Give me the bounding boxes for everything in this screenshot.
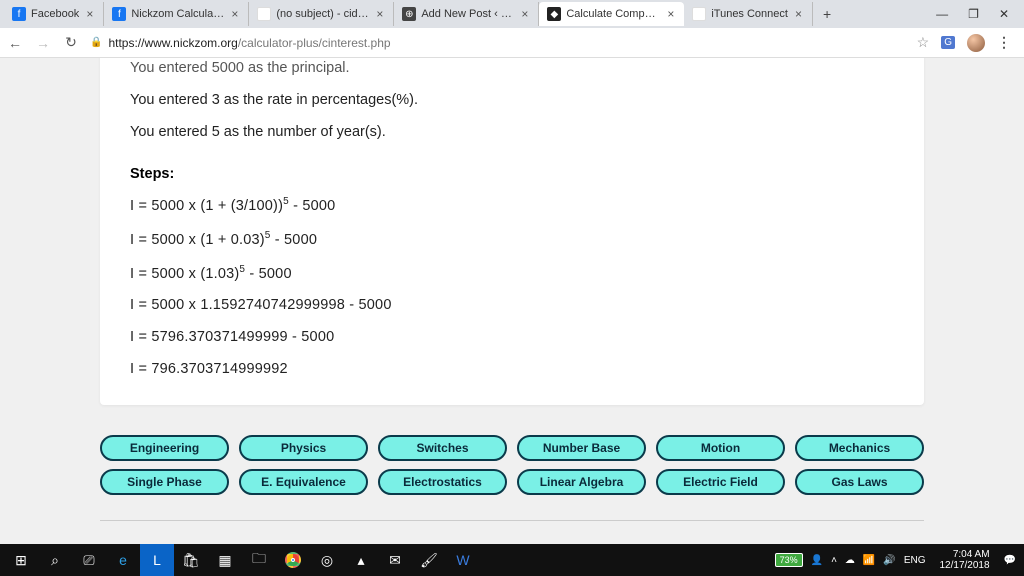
search-icon[interactable]: ⌕ (38, 544, 72, 576)
step-3: I = 5000 x (1.03)5 - 5000 (130, 256, 894, 290)
profile-avatar[interactable] (967, 34, 985, 52)
notifications-icon[interactable]: 💬 (1004, 555, 1016, 566)
entered-rate-text: You entered 3 as the rate in percentages… (130, 84, 894, 116)
step-1: I = 5000 x (1 + (3/100))5 - 5000 (130, 188, 894, 222)
people-icon[interactable]: 👤 (811, 555, 823, 566)
wordpress-icon: ⊕ (402, 7, 416, 21)
pill-switches[interactable]: Switches (378, 435, 507, 461)
itunes-icon: ♪ (692, 7, 706, 21)
date-text: 12/17/2018 (939, 560, 989, 571)
folder-icon[interactable]: 🗀 (242, 544, 276, 576)
step-5: I = 5796.370371499999 - 5000 (130, 321, 894, 353)
translate-icon[interactable]: G (941, 36, 955, 49)
entered-principal-text: You entered 5000 as the principal. (130, 58, 894, 84)
pill-engineering[interactable]: Engineering (100, 435, 229, 461)
tab-itunes[interactable]: ♪ iTunes Connect × (684, 2, 813, 26)
minimize-button[interactable]: ― (936, 7, 948, 21)
steps-heading: Steps: (130, 148, 894, 188)
pill-motion[interactable]: Motion (656, 435, 785, 461)
facebook-icon: f (12, 7, 26, 21)
close-icon[interactable]: × (519, 7, 530, 21)
pill-electrostatics[interactable]: Electrostatics (378, 469, 507, 495)
gmail-icon: M (257, 7, 271, 21)
new-tab-button[interactable]: + (813, 6, 841, 22)
close-icon[interactable]: × (665, 7, 676, 21)
facebook-icon: f (112, 7, 126, 21)
mail-icon[interactable]: ✉ (378, 544, 412, 576)
pill-mechanics[interactable]: Mechanics (795, 435, 924, 461)
tab-gmail[interactable]: M (no subject) - cidokonic × (249, 2, 394, 26)
close-icon[interactable]: × (84, 7, 95, 21)
tab-wp-newpost[interactable]: ⊕ Add New Post ‹ Nickzo × (394, 2, 539, 26)
result-card: You entered 5000 as the principal. You e… (100, 58, 924, 405)
system-tray: 73% 👤 ˄ ☁ 📶 🔊 ENG 7:04 AM 12/17/2018 💬 (775, 549, 1020, 571)
pill-linear-algebra[interactable]: Linear Algebra (517, 469, 646, 495)
close-window-button[interactable]: ✕ (999, 7, 1009, 21)
battery-indicator[interactable]: 73% (775, 553, 803, 567)
app-icon[interactable]: L (140, 544, 174, 576)
calculator-icon[interactable]: ▦ (208, 544, 242, 576)
close-icon[interactable]: × (229, 7, 240, 21)
category-pills: Engineering Physics Switches Number Base… (100, 435, 924, 495)
tab-nickzom-calc[interactable]: f Nickzom Calculator - H × (104, 2, 249, 26)
taskbar: ⊞ ⌕ ⎚ e L 🛍 ▦ 🗀 ◎ ▴ ✉ 🖌 W 73% 👤 ˄ ☁ 📶 🔊 … (0, 544, 1024, 576)
close-icon[interactable]: × (793, 7, 804, 21)
reload-button[interactable]: ↻ (62, 34, 80, 51)
language-indicator[interactable]: ENG (904, 555, 926, 566)
bookmark-star-icon[interactable]: ☆ (917, 34, 930, 51)
forward-button[interactable]: → (34, 35, 52, 51)
address-bar: ← → ↻ 🔒 https://www.nickzom.org/calculat… (0, 28, 1024, 58)
window-controls: ― ❐ ✕ (921, 7, 1024, 21)
site-icon: ◆ (547, 7, 561, 21)
clock[interactable]: 7:04 AM 12/17/2018 (933, 549, 995, 571)
onedrive-icon[interactable]: ☁ (845, 555, 855, 566)
pill-physics[interactable]: Physics (239, 435, 368, 461)
tab-facebook[interactable]: f Facebook × (4, 2, 104, 26)
tab-label: iTunes Connect (711, 8, 788, 20)
url-input[interactable]: 🔒 https://www.nickzom.org/calculator-plu… (90, 36, 907, 50)
step-6: I = 796.3703714999992 (130, 353, 894, 385)
word-icon[interactable]: W (446, 544, 480, 576)
toolbar-right: ☆ G ⋮ (917, 34, 1018, 52)
pill-gas-laws[interactable]: Gas Laws (795, 469, 924, 495)
app-icon-2[interactable]: ◎ (310, 544, 344, 576)
pill-single-phase[interactable]: Single Phase (100, 469, 229, 495)
tab-compound-active[interactable]: ◆ Calculate Compound In × (539, 2, 684, 26)
pill-number-base[interactable]: Number Base (517, 435, 646, 461)
close-icon[interactable]: × (374, 7, 385, 21)
pill-electric-field[interactable]: Electric Field (656, 469, 785, 495)
volume-icon[interactable]: 🔊 (883, 555, 895, 566)
pill-e-equivalence[interactable]: E. Equivalence (239, 469, 368, 495)
step-4: I = 5000 x 1.1592740742999998 - 5000 (130, 289, 894, 321)
entered-years-text: You entered 5 as the number of year(s). (130, 116, 894, 148)
lock-icon: 🔒 (90, 37, 102, 48)
onenote-icon[interactable]: ▴ (344, 544, 378, 576)
edge-icon[interactable]: e (106, 544, 140, 576)
time-text: 7:04 AM (953, 549, 990, 560)
step-2: I = 5000 x (1 + 0.03)5 - 5000 (130, 222, 894, 256)
store-icon[interactable]: 🛍 (174, 544, 208, 576)
page-viewport: You entered 5000 as the principal. You e… (0, 58, 1024, 544)
back-button[interactable]: ← (6, 35, 24, 51)
url-path: /calculator-plus/cinterest.php (238, 36, 391, 50)
tab-label: Facebook (31, 8, 79, 20)
wifi-icon[interactable]: 📶 (863, 555, 875, 566)
paint-icon[interactable]: 🖌 (412, 544, 446, 576)
footer-hint-text: Tell Your Friend (0, 521, 1024, 533)
kebab-menu-icon[interactable]: ⋮ (997, 34, 1010, 51)
task-view-icon[interactable]: ⎚ (72, 544, 106, 576)
tab-label: (no subject) - cidokonic (276, 8, 369, 20)
start-button[interactable]: ⊞ (4, 544, 38, 576)
url-host: https://www.nickzom.org (108, 36, 237, 50)
maximize-button[interactable]: ❐ (968, 7, 979, 21)
tab-label: Calculate Compound In (566, 8, 660, 20)
chrome-icon[interactable] (276, 544, 310, 576)
tab-label: Nickzom Calculator - H (131, 8, 224, 20)
tab-strip: f Facebook × f Nickzom Calculator - H × … (0, 0, 1024, 28)
tray-chevron-icon[interactable]: ˄ (831, 555, 837, 566)
tab-label: Add New Post ‹ Nickzo (421, 8, 514, 20)
